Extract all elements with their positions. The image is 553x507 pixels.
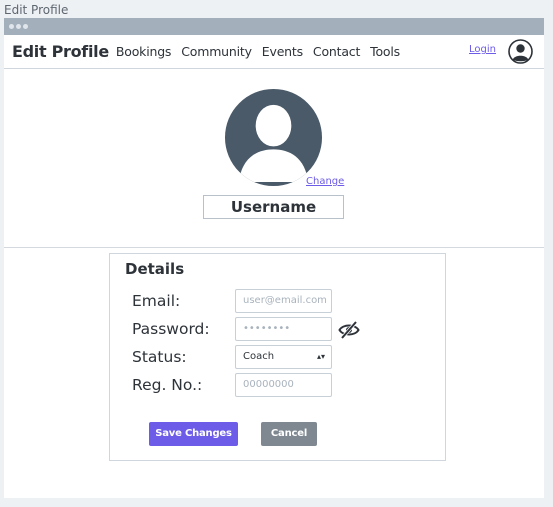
nav-link-bookings[interactable]: Bookings bbox=[116, 44, 172, 59]
nav-link-events[interactable]: Events bbox=[262, 44, 303, 59]
email-field[interactable]: user@email.com bbox=[235, 289, 332, 313]
profile-section: Change Username bbox=[4, 69, 544, 248]
email-label: Email: bbox=[132, 292, 181, 310]
reg-no-placeholder: 00000000 bbox=[243, 379, 294, 390]
reg-no-field[interactable]: 00000000 bbox=[235, 373, 332, 397]
email-placeholder: user@email.com bbox=[243, 295, 327, 306]
reg-no-label: Reg. No.: bbox=[132, 376, 203, 394]
user-avatar-icon[interactable] bbox=[508, 39, 533, 64]
window-dot-icon bbox=[16, 24, 21, 29]
status-select[interactable]: Coach ▴▾ bbox=[235, 345, 332, 369]
page-caption: Edit Profile bbox=[4, 3, 69, 17]
change-avatar-link[interactable]: Change bbox=[306, 176, 344, 187]
save-changes-button[interactable]: Save Changes bbox=[149, 422, 238, 446]
status-label: Status: bbox=[132, 348, 187, 366]
details-title: Details bbox=[125, 260, 185, 278]
password-label: Password: bbox=[132, 320, 210, 338]
cancel-button[interactable]: Cancel bbox=[261, 422, 317, 446]
nav-link-tools[interactable]: Tools bbox=[370, 44, 400, 59]
eye-slash-icon[interactable] bbox=[338, 320, 360, 340]
profile-avatar-icon bbox=[224, 88, 323, 187]
window-titlebar bbox=[4, 18, 544, 35]
password-value: •••••••• bbox=[243, 323, 291, 334]
select-arrows-icon: ▴▾ bbox=[316, 352, 325, 361]
username-display[interactable]: Username bbox=[203, 195, 344, 219]
nav-links: Bookings Community Events Contact Tools bbox=[116, 44, 400, 59]
nav-link-community[interactable]: Community bbox=[181, 44, 252, 59]
nav-link-contact[interactable]: Contact bbox=[313, 44, 360, 59]
navbar: Edit Profile Bookings Community Events C… bbox=[4, 35, 544, 69]
login-link[interactable]: Login bbox=[469, 44, 496, 55]
window-dot-icon bbox=[9, 24, 14, 29]
status-select-value: Coach bbox=[243, 351, 275, 362]
details-card: Details Email: user@email.com Password: … bbox=[109, 253, 446, 461]
window-dot-icon bbox=[23, 24, 28, 29]
brand-title: Edit Profile bbox=[12, 42, 109, 61]
password-field[interactable]: •••••••• bbox=[235, 317, 332, 341]
